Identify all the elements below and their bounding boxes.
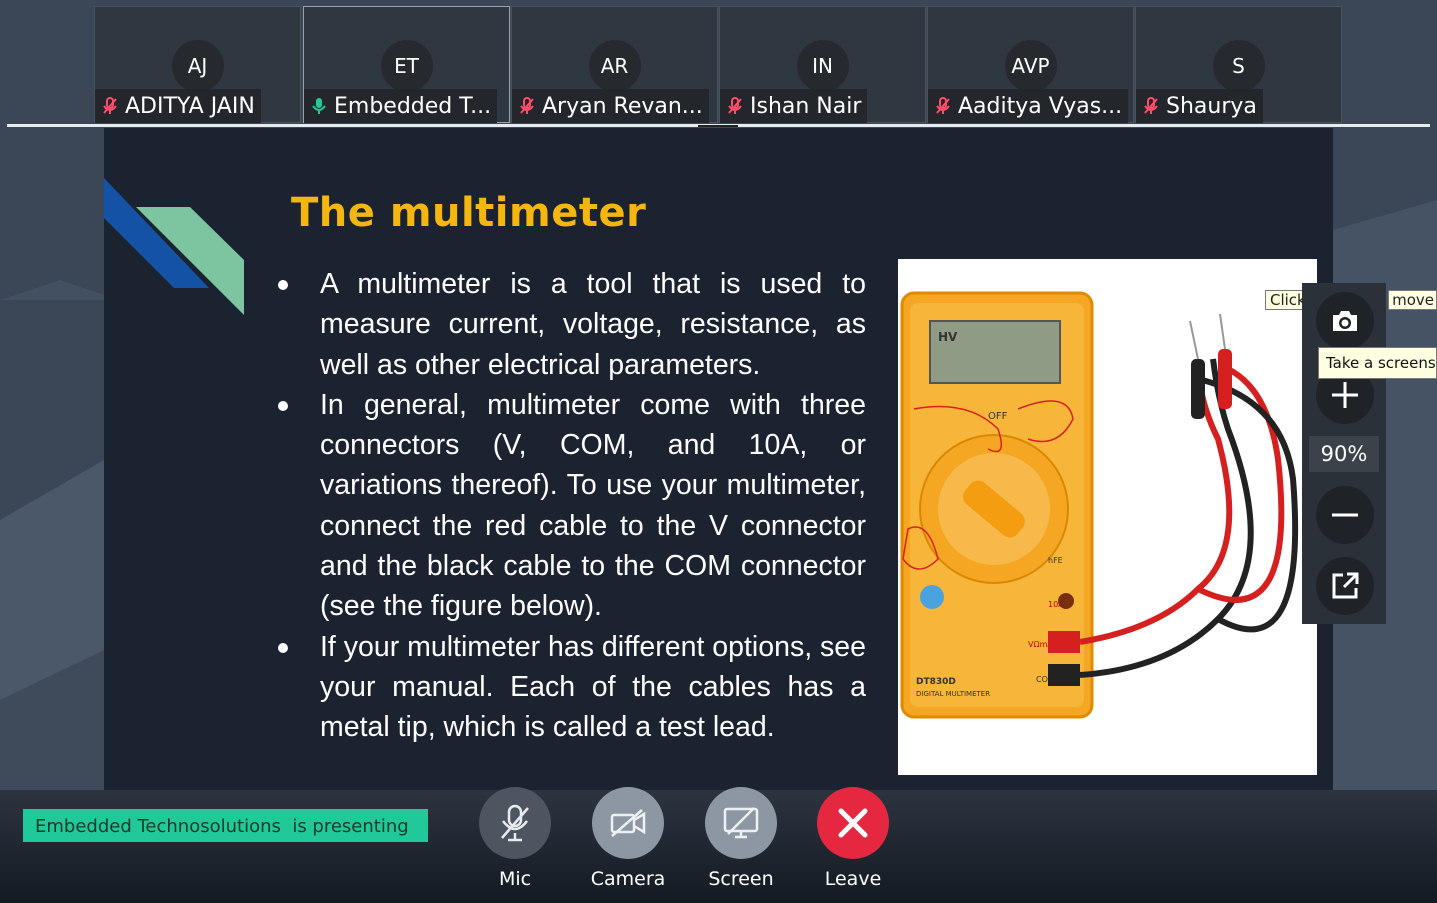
avatar: S — [1212, 40, 1265, 92]
bullet-text: In general, multimeter come with three c… — [320, 388, 866, 623]
participant-name: Aryan Revan... — [542, 93, 703, 119]
bullet-dot — [278, 280, 288, 290]
display-label: HV — [938, 330, 958, 344]
mic-muted-icon — [520, 97, 534, 114]
mic-muted-icon — [728, 97, 742, 114]
bullet-item: If your multimeter has different options… — [272, 627, 866, 748]
bullet-item: A multimeter is a tool that is used to m… — [272, 264, 866, 385]
leave-control[interactable]: Leave — [803, 787, 903, 890]
participant-name: Aaditya Vyas... — [958, 93, 1123, 119]
screen-share-off-icon — [723, 807, 759, 839]
mic-label: Mic — [498, 868, 532, 890]
camera-control[interactable]: Camera — [578, 787, 678, 890]
model-sub-label: DIGITAL MULTIMETER — [916, 690, 990, 698]
avatar: IN — [796, 40, 849, 92]
participant-name: Embedded T... — [334, 93, 492, 119]
model-label: DT830D — [916, 677, 956, 687]
zoom-panel: 90% — [1302, 283, 1386, 624]
mic-button[interactable] — [479, 787, 551, 859]
mic-control[interactable]: Mic — [465, 787, 565, 890]
participant-tile[interactable]: AVP Aaditya Vyas... — [927, 6, 1134, 123]
avatar: AJ — [171, 40, 224, 92]
close-icon — [838, 808, 868, 838]
mic-off-icon — [501, 804, 529, 842]
avatar: ET — [380, 40, 433, 92]
popout-button[interactable] — [1316, 557, 1374, 615]
participant-name-bar: Embedded T... — [304, 89, 498, 123]
participant-tile[interactable]: S Shaurya — [1135, 6, 1342, 123]
participant-name-bar: Aryan Revan... — [512, 89, 709, 123]
participant-tile[interactable]: IN Ishan Nair — [719, 6, 926, 123]
screen-control[interactable]: Screen — [691, 787, 791, 890]
bullet-text: If your multimeter has different options… — [320, 630, 866, 744]
participant-name: ADITYA JAIN — [125, 93, 255, 119]
drag-hint-left: Click — [1265, 290, 1305, 310]
camera-label: Camera — [590, 868, 666, 890]
zoom-level: 90% — [1309, 436, 1379, 472]
external-link-icon — [1332, 572, 1359, 599]
mic-muted-icon — [1144, 97, 1158, 114]
avatar: AVP — [1004, 40, 1057, 92]
screenshot-tooltip: Take a screenshot — [1318, 347, 1437, 379]
participant-tile[interactable]: AJ ADITYA JAIN — [94, 6, 301, 123]
drag-hint-right: move — [1388, 290, 1437, 310]
leave-label: Leave — [824, 868, 882, 890]
bullet-dot — [278, 400, 288, 411]
mic-muted-icon — [103, 97, 117, 114]
bullet-text: A multimeter is a tool that is used to m… — [320, 268, 866, 381]
mic-on-icon — [312, 98, 326, 114]
shared-screen: The multimeter A multimeter is a tool th… — [104, 128, 1333, 794]
leave-button[interactable] — [817, 787, 889, 859]
video-off-icon — [610, 809, 646, 837]
slide-bullets: A multimeter is a tool that is used to m… — [272, 264, 866, 748]
screen-share-button[interactable] — [705, 787, 777, 859]
participant-name: Shaurya — [1166, 93, 1257, 119]
off-label: OFF — [988, 411, 1008, 422]
bullet-item: In general, multimeter come with three c… — [272, 385, 866, 627]
participant-name-bar: ADITYA JAIN — [95, 89, 261, 123]
slide-decoration — [104, 178, 244, 315]
plus-icon — [1332, 382, 1358, 408]
presenting-banner: Embedded Technosolutions is presenting — [23, 809, 428, 842]
hfe-label: hFE — [1048, 556, 1063, 565]
screenshot-button[interactable] — [1316, 292, 1374, 350]
multimeter-illustration: HV OFF 10A hFE VΩmA COM DT830D DIGITAL M… — [900, 291, 1299, 719]
screen-label: Screen — [708, 868, 774, 890]
avatar: AR — [588, 40, 641, 92]
bullet-dot — [278, 642, 288, 653]
mic-muted-icon — [936, 97, 950, 114]
participant-name: Ishan Nair — [750, 93, 862, 119]
slide-title: The multimeter — [291, 190, 647, 236]
zoom-out-button[interactable] — [1316, 486, 1374, 544]
participant-name-bar: Ishan Nair — [720, 89, 868, 123]
camera-button[interactable] — [592, 787, 664, 859]
participants-strip: AJ ADITYA JAIN ET Embedded T... AR Aryan… — [94, 6, 1343, 124]
camera-icon — [1333, 311, 1357, 331]
participant-tile[interactable]: AR Aryan Revan... — [511, 6, 718, 123]
participant-name-bar: Shaurya — [1136, 89, 1263, 123]
minus-icon — [1332, 513, 1358, 517]
participant-name-bar: Aaditya Vyas... — [928, 89, 1129, 123]
multimeter-photo: HV OFF 10A hFE VΩmA COM DT830D DIGITAL M… — [898, 259, 1317, 775]
strip-resize-handle[interactable] — [698, 125, 738, 127]
participant-tile[interactable]: ET Embedded T... — [303, 6, 510, 123]
